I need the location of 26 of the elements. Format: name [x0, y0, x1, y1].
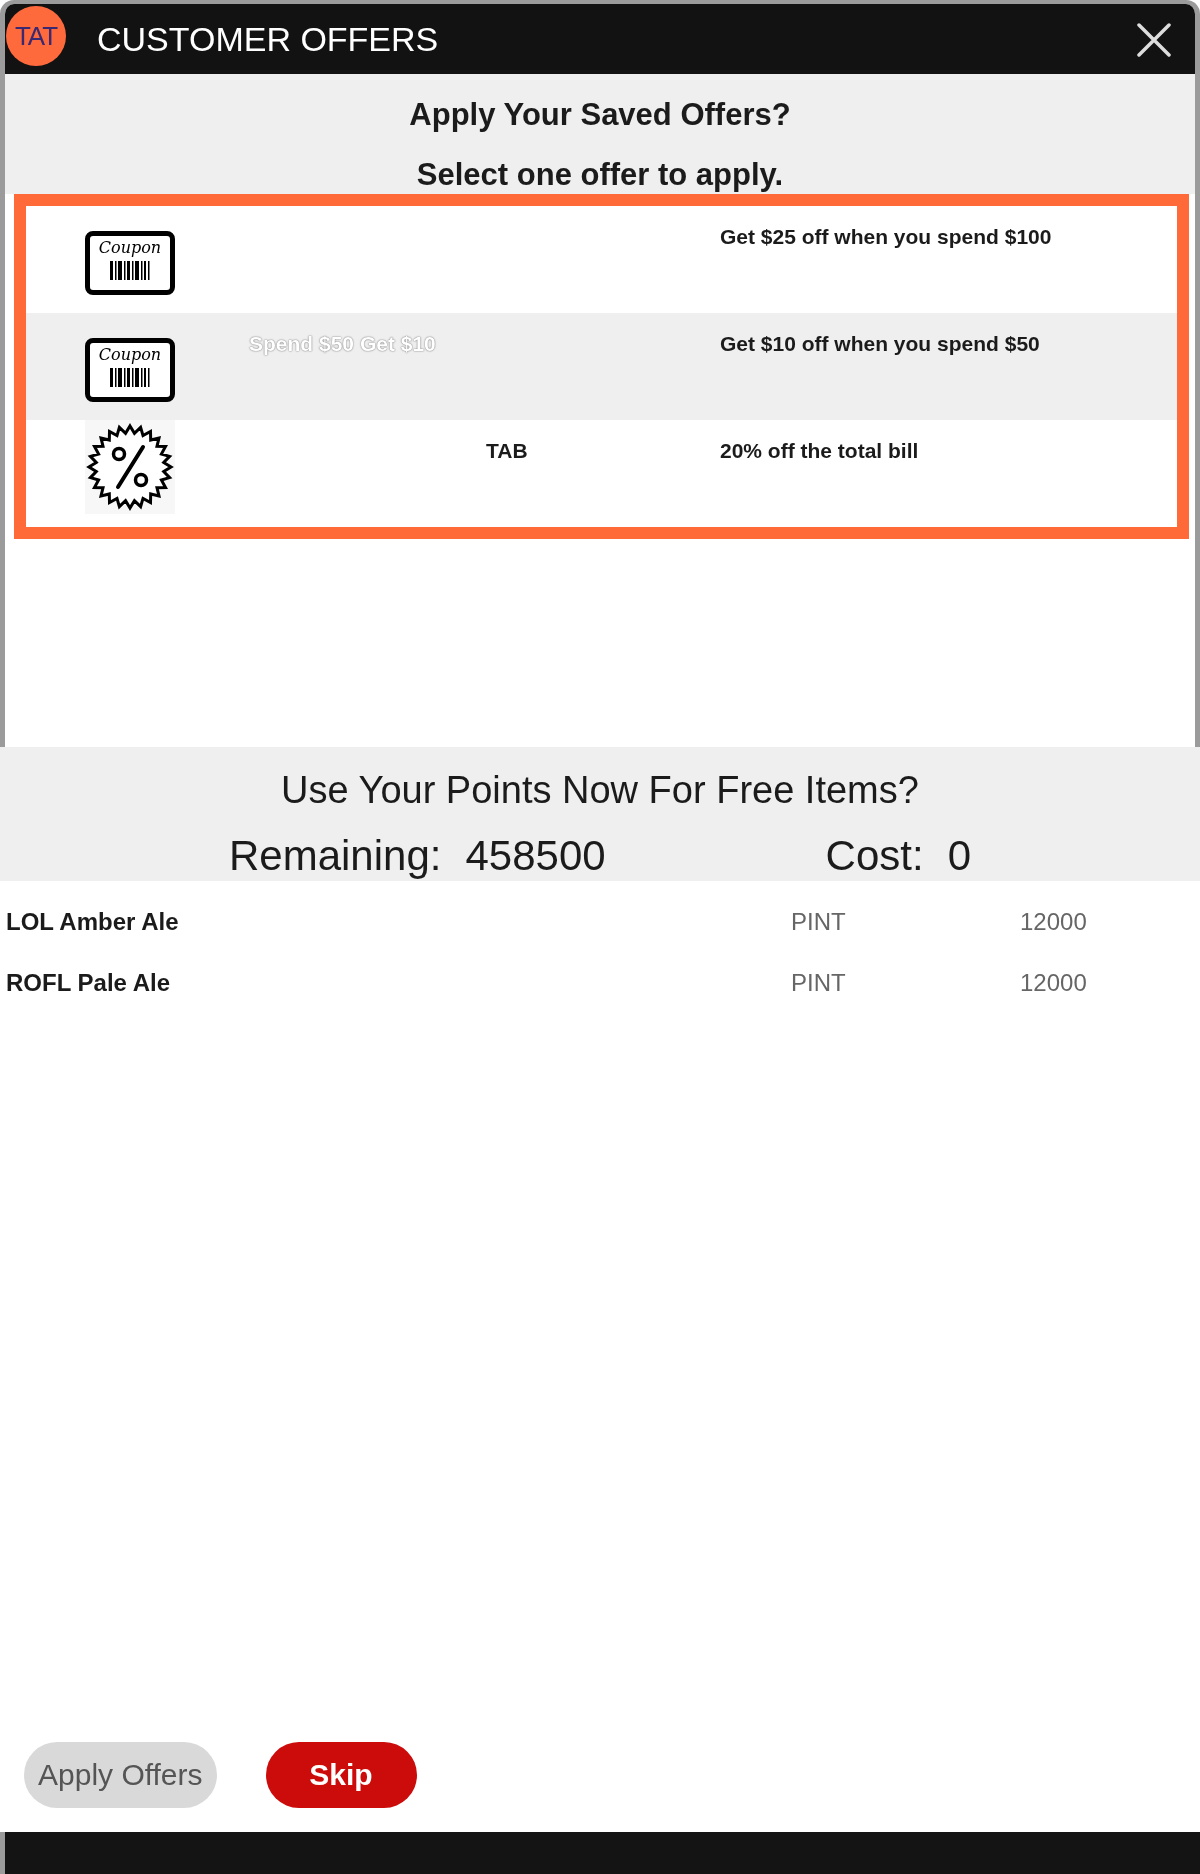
reward-item-name: ROFL Pale Ale [6, 968, 171, 997]
percent-badge-icon [85, 420, 175, 514]
remaining-value: 458500 [465, 831, 606, 881]
offers-heading: Apply Your Saved Offers? [408, 96, 792, 134]
points-heading: Use Your Points Now For Free Items? [280, 768, 920, 813]
close-icon[interactable] [1137, 23, 1171, 57]
reward-item-points: 12000 [1020, 907, 1087, 936]
offer-description: Get $25 off when you spend $100 [720, 224, 1052, 250]
offers-instruction: Select one offer to apply. [415, 156, 785, 194]
reward-item-name: LOL Amber Ale [6, 907, 179, 936]
cost-label: Cost: [825, 831, 924, 881]
logo: TAT [6, 6, 66, 66]
reward-item-points: 12000 [1020, 968, 1087, 997]
barcode-icon [110, 261, 150, 280]
barcode-icon [110, 368, 150, 387]
reward-item-unit: PINT [791, 907, 846, 936]
remaining-label: Remaining: [229, 831, 442, 881]
coupon-label: Coupon [98, 238, 162, 258]
coupon-label: Coupon [98, 345, 162, 365]
cost-value: 0 [947, 831, 971, 881]
window-title: CUSTOMER OFFERS [97, 19, 439, 59]
offer-type: TAB [486, 438, 528, 464]
offer-description: 20% off the total bill [720, 438, 919, 464]
reward-item-unit: PINT [791, 968, 846, 997]
offer-description: Get $10 off when you spend $50 [720, 331, 1040, 357]
skip-button[interactable]: Skip [265, 1742, 417, 1808]
